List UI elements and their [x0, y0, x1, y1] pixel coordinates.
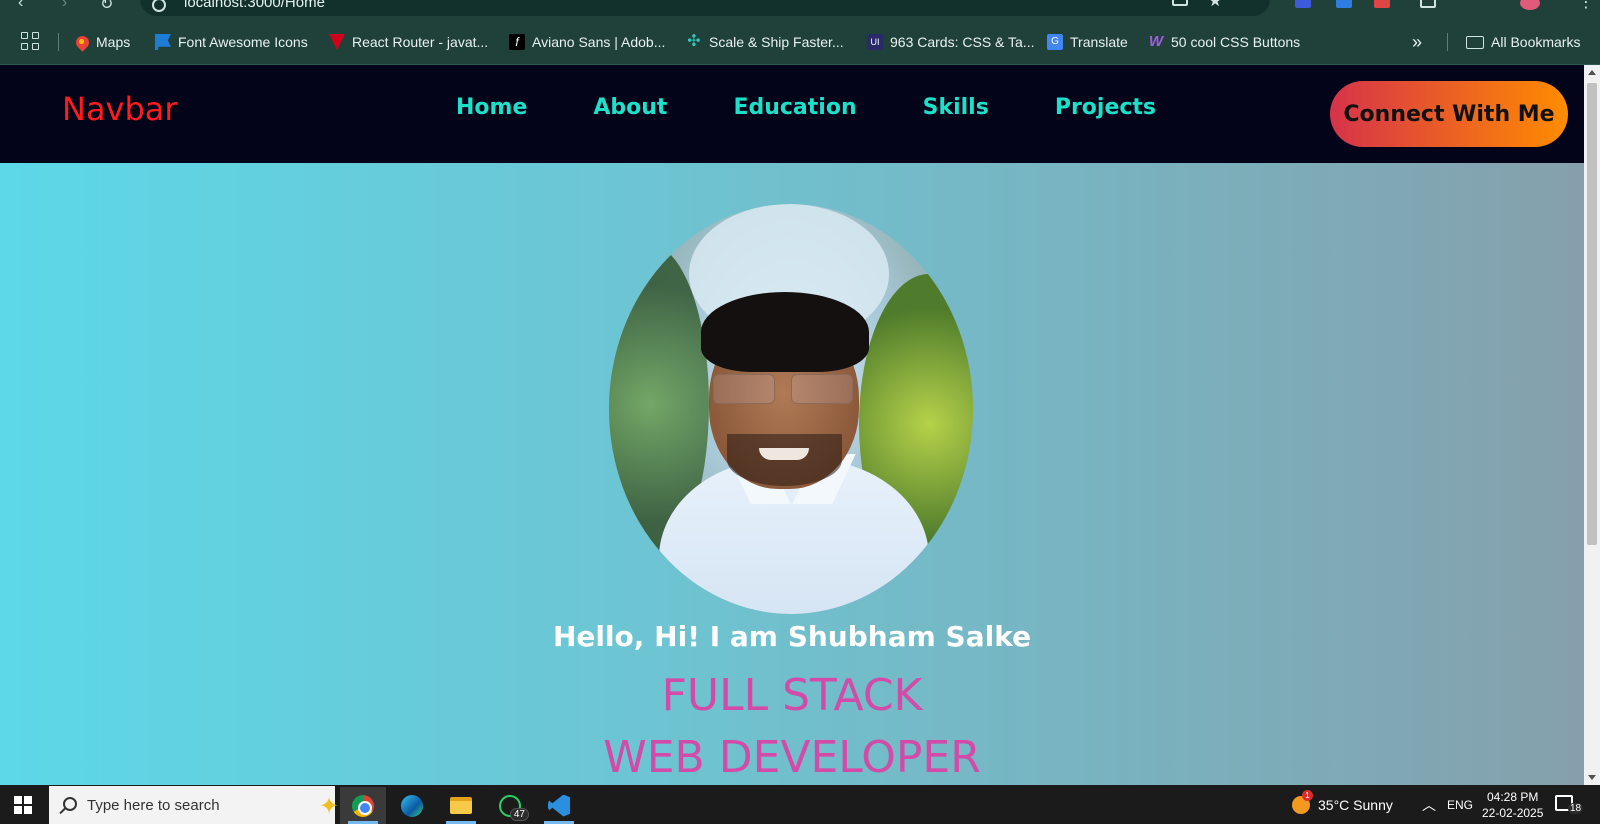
nav-links: Home About Education Skills Projects — [456, 95, 1156, 120]
chevron-up-icon: ︿ — [1422, 796, 1436, 813]
address-url: localhost:3000/Home — [184, 0, 325, 11]
bookmark-label: React Router - javat... — [352, 34, 489, 50]
bookmark-css-buttons[interactable]: W 50 cool CSS Buttons — [1148, 31, 1300, 53]
nav-link-home[interactable]: Home — [456, 95, 527, 120]
taskbar-search-placeholder: Type here to search — [87, 796, 220, 814]
bookmark-label: 963 Cards: CSS & Ta... — [890, 34, 1035, 50]
show-hidden-icons-button[interactable]: ︿ — [1422, 785, 1436, 824]
site-info-icon[interactable] — [152, 0, 166, 12]
nav-link-projects[interactable]: Projects — [1055, 95, 1156, 120]
weather-text: 35°C Sunny — [1318, 796, 1393, 813]
flag-icon — [155, 34, 171, 50]
bookmark-font-awesome[interactable]: Font Awesome Icons — [155, 31, 308, 53]
maps-pin-icon — [73, 32, 92, 52]
taskbar-search-box[interactable]: Type here to search ✦ — [49, 786, 339, 824]
address-bar[interactable]: localhost:3000/Home ★ — [140, 0, 1270, 16]
bookmark-label: Translate — [1070, 34, 1128, 50]
bookmark-963-cards[interactable]: UI 963 Cards: CSS & Ta... — [867, 31, 1034, 53]
nav-link-education[interactable]: Education — [733, 95, 856, 120]
edge-icon — [401, 794, 423, 817]
apps-grid-icon[interactable] — [21, 32, 39, 50]
tab-search-icon[interactable] — [1420, 0, 1436, 8]
windows-start-icon[interactable] — [14, 796, 32, 814]
page-viewport: Navbar Home About Education Skills Proje… — [0, 65, 1584, 785]
taskbar-clock[interactable]: 04:28 PM 22-02-2025 — [1482, 789, 1543, 821]
photo-smile — [759, 448, 809, 460]
scrollbar-thumb[interactable] — [1587, 83, 1597, 545]
profile-avatar-icon[interactable] — [1520, 0, 1540, 10]
scale-ship-icon: ✣ — [687, 33, 701, 50]
adobe-fonts-icon: f — [509, 34, 525, 50]
hero-role-line-1: FULL STACK — [661, 670, 923, 721]
photo-beard — [727, 434, 842, 486]
w-logo-icon: W — [1148, 33, 1164, 50]
bookmark-react-router[interactable]: React Router - javat... — [329, 31, 488, 53]
back-icon[interactable]: ‹ — [18, 0, 23, 12]
whatsapp-unread-badge: 47 — [509, 808, 529, 821]
scroll-up-arrow-icon[interactable] — [1588, 70, 1596, 75]
bookmark-translate[interactable]: G Translate — [1047, 31, 1128, 53]
taskbar-vscode[interactable] — [536, 787, 582, 824]
bookmark-aviano-sans[interactable]: f Aviano Sans | Adob... — [509, 31, 665, 53]
bookmark-label: Font Awesome Icons — [178, 34, 308, 50]
taskbar-chrome[interactable] — [340, 787, 386, 824]
bookmark-scale-ship[interactable]: ✣ Scale & Ship Faster... — [686, 31, 844, 53]
extension-icon[interactable] — [1336, 0, 1352, 8]
bookmarks-overflow-button[interactable]: » — [1412, 31, 1422, 53]
bookmark-maps[interactable]: Maps — [73, 31, 131, 53]
chevron-double-right-icon: » — [1412, 31, 1423, 52]
nav-link-about[interactable]: About — [593, 95, 667, 120]
page-scrollbar[interactable] — [1584, 65, 1600, 785]
all-bookmarks-label: All Bookmarks — [1491, 34, 1581, 50]
language-indicator[interactable]: ENG — [1447, 785, 1473, 824]
extension-icon[interactable] — [1295, 0, 1311, 8]
windows-taskbar: Type here to search ✦ 47 1 35°C Sunny ︿ … — [0, 785, 1600, 824]
browser-toolbar: ‹ › ↻ localhost:3000/Home ★ ⋮ — [0, 0, 1600, 18]
bookmark-label: Maps — [96, 34, 131, 50]
folder-icon — [1466, 35, 1484, 49]
sparkle-icon: ✦ — [319, 793, 340, 820]
google-translate-icon: G — [1047, 34, 1063, 50]
extension-icon[interactable] — [1374, 0, 1390, 8]
bookmarks-bar: Maps Font Awesome Icons React Router - j… — [0, 18, 1600, 65]
chrome-icon — [352, 794, 374, 817]
connect-with-me-button[interactable]: Connect With Me — [1330, 81, 1568, 147]
language-label: ENG — [1447, 797, 1474, 812]
clock-time: 04:28 PM — [1487, 790, 1539, 804]
taskbar-edge[interactable] — [389, 787, 435, 824]
all-bookmarks-button[interactable]: All Bookmarks — [1466, 31, 1580, 53]
weather-widget[interactable]: 1 35°C Sunny — [1292, 785, 1393, 824]
notification-count-badge: 18 — [1568, 803, 1584, 814]
cast-icon[interactable] — [1172, 0, 1188, 6]
taskbar-file-explorer[interactable] — [438, 787, 484, 824]
site-navbar: Navbar Home About Education Skills Proje… — [0, 65, 1584, 163]
scroll-down-arrow-icon[interactable] — [1588, 775, 1596, 780]
bookmarks-separator — [1447, 33, 1448, 51]
navbar-brand[interactable]: Navbar — [62, 90, 178, 128]
nav-link-skills[interactable]: Skills — [923, 95, 989, 120]
react-router-icon — [329, 34, 345, 50]
weather-alert-badge: 1 — [1302, 789, 1313, 801]
hero-greeting: Hello, Hi! I am Shubham Salke — [552, 620, 1032, 653]
uiverse-icon: UI — [867, 34, 883, 50]
forward-icon[interactable]: › — [62, 0, 67, 12]
file-explorer-icon — [450, 797, 472, 814]
profile-photo — [609, 204, 973, 614]
taskbar-whatsapp[interactable]: 47 — [487, 787, 533, 824]
bookmark-label: 50 cool CSS Buttons — [1171, 34, 1301, 50]
search-icon — [63, 797, 77, 811]
bookmark-star-icon[interactable]: ★ — [1208, 0, 1222, 11]
photo-glasses — [713, 374, 858, 406]
bookmark-label: Aviano Sans | Adob... — [532, 34, 666, 50]
reload-icon[interactable]: ↻ — [100, 0, 113, 14]
sun-icon: 1 — [1292, 789, 1313, 814]
photo-hair — [701, 292, 869, 372]
bookmark-label: Scale & Ship Faster... — [709, 34, 844, 50]
bookmarks-separator — [58, 33, 59, 51]
clock-date: 22-02-2025 — [1482, 806, 1544, 820]
vscode-icon — [548, 794, 570, 817]
browser-menu-icon[interactable]: ⋮ — [1578, 0, 1594, 12]
hero-role-line-2: WEB DEVELOPER — [603, 732, 981, 783]
